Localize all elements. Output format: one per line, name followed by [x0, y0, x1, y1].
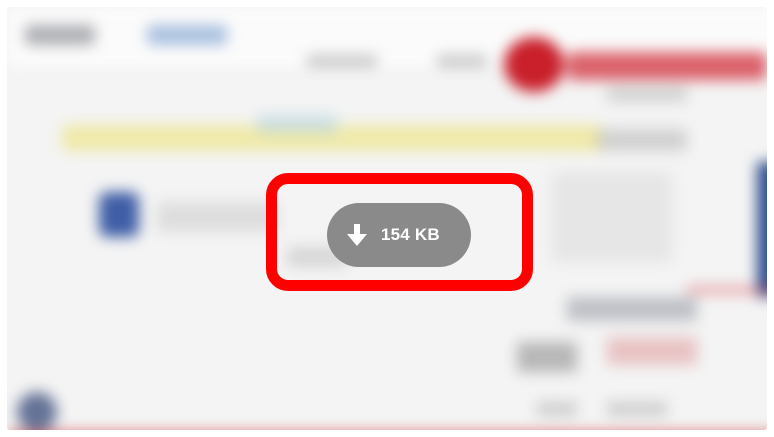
blurred-text: [607, 337, 697, 365]
blurred-red-badge: [504, 37, 564, 92]
blurred-button: [567, 297, 697, 321]
blurred-logo-secondary: [147, 25, 227, 45]
blurred-blue-tag: [257, 115, 337, 133]
blurred-nav-item: [437, 55, 487, 67]
blurred-text: [537, 402, 577, 416]
screenshot-frame: 154 KB: [0, 0, 774, 437]
blurred-side-bar: [757, 162, 767, 297]
blurred-text: [607, 402, 667, 416]
highlight-box: [266, 173, 533, 291]
blurred-red-line: [687, 287, 767, 293]
blurred-bottom-bar: [7, 432, 774, 437]
blurred-red-banner: [567, 52, 767, 80]
blurred-text: [597, 129, 687, 151]
blurred-text: [517, 342, 577, 372]
blurred-panel: [552, 172, 672, 262]
blurred-nav-item: [307, 55, 377, 67]
blurred-text: [607, 87, 687, 101]
blurred-text: [157, 202, 277, 232]
blurred-logo: [25, 25, 95, 45]
blurred-avatar: [17, 392, 57, 430]
blurred-blue-icon: [99, 192, 139, 237]
